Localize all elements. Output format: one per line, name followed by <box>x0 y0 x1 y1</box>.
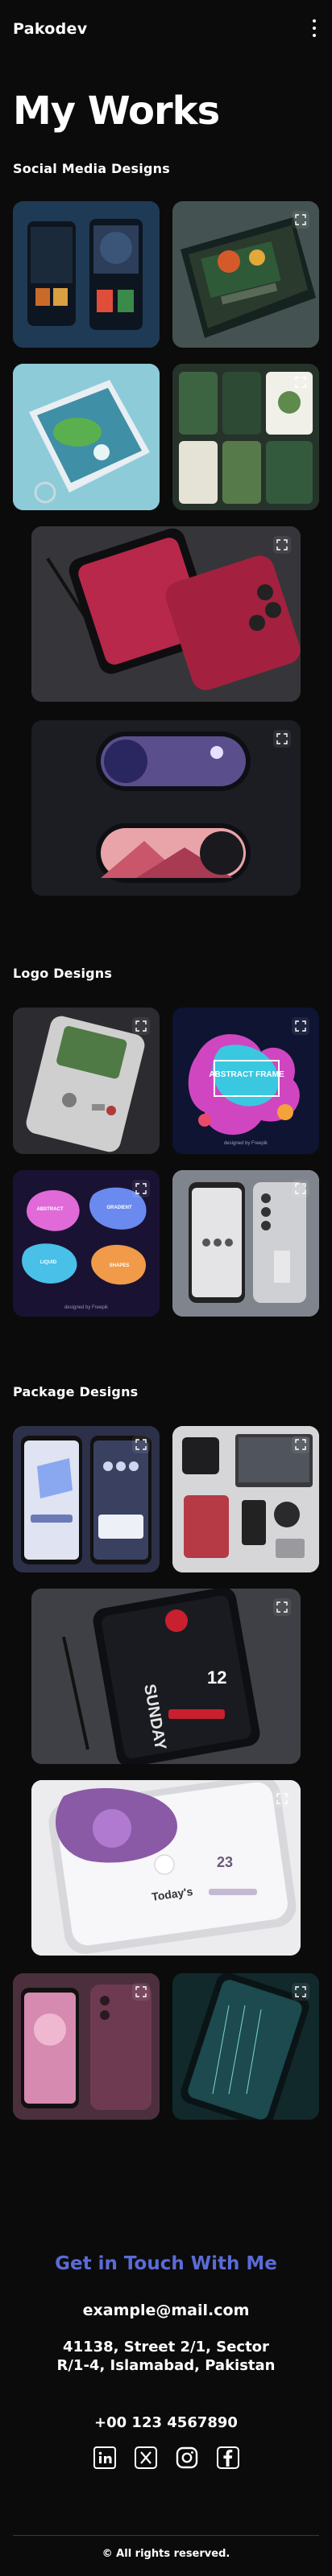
expand-icon[interactable] <box>132 1017 150 1035</box>
expand-icon[interactable] <box>132 1436 150 1453</box>
toggle-illustration-image <box>31 720 301 896</box>
logo-card-2-credit: designed by Freepik <box>224 1141 268 1146</box>
section-title-logo: Logo Designs <box>13 966 113 981</box>
logo-card-2[interactable]: ABSTRACT FRAME designed by Freepik <box>172 1008 319 1154</box>
contact-phone-link[interactable]: +00 123 4567890 <box>0 2414 332 2431</box>
section-title-package: Package Designs <box>13 1384 139 1399</box>
contact-title: Get in Touch With Me <box>55 2253 277 2274</box>
expand-icon[interactable] <box>292 1436 309 1453</box>
expand-icon[interactable] <box>273 730 291 748</box>
header: Pakodev <box>0 0 332 56</box>
brand-logo[interactable]: Pakodev <box>13 20 87 38</box>
shape-label-2: GRADIENT <box>106 1206 132 1210</box>
social-card-5[interactable] <box>31 526 301 702</box>
shape-label-1: ABSTRACT <box>37 1207 64 1212</box>
phone-mockup-image: SUNDAY 12 <box>31 1589 301 1764</box>
expand-icon[interactable] <box>273 1598 291 1616</box>
package-card-2[interactable] <box>172 1426 319 1572</box>
social-card-2[interactable] <box>172 201 319 348</box>
shape-label-3: LIQUID <box>40 1260 57 1265</box>
social-card-6[interactable] <box>31 720 301 896</box>
phone-mockup-image <box>13 364 160 510</box>
phone-mockup-image <box>13 201 160 348</box>
expand-icon[interactable] <box>292 1983 309 2001</box>
package-card-5[interactable] <box>13 1973 160 2120</box>
contact-address: 41138, Street 2/1, Sector R/1-4, Islamab… <box>56 2339 276 2374</box>
page: Pakodev My Works Social Media Designs Lo… <box>0 0 332 2576</box>
expand-icon[interactable] <box>132 1180 150 1197</box>
package-card-3[interactable]: SUNDAY 12 <box>31 1589 301 1764</box>
x-icon[interactable] <box>134 2446 157 2469</box>
copyright-text: © All rights reserved. <box>102 2548 230 2560</box>
package-card-1[interactable] <box>13 1426 160 1572</box>
logo-card-1[interactable] <box>13 1008 160 1154</box>
package-card-4[interactable]: Today's 23 <box>31 1780 301 1956</box>
section-title-social: Social Media Designs <box>13 161 170 176</box>
phone-mockup-image <box>31 526 301 702</box>
expand-icon[interactable] <box>292 1180 309 1197</box>
expand-icon[interactable] <box>273 536 291 554</box>
linkedin-icon[interactable] <box>93 2446 116 2469</box>
expand-icon[interactable] <box>132 1983 150 2001</box>
social-card-1[interactable] <box>13 201 160 348</box>
expand-icon[interactable] <box>273 1790 291 1807</box>
footer-divider <box>13 2535 319 2536</box>
instagram-icon[interactable] <box>176 2446 198 2469</box>
expand-icon[interactable] <box>292 1017 309 1035</box>
social-card-4[interactable] <box>172 364 319 510</box>
expand-icon[interactable] <box>292 211 309 229</box>
phone-mockup-image: Today's 23 <box>31 1780 301 1956</box>
page-title: My Works <box>13 89 220 134</box>
logo-card-4[interactable] <box>172 1170 319 1317</box>
package-card-6[interactable] <box>172 1973 319 2120</box>
logo-card-2-title: ABSTRACT FRAME <box>209 1070 284 1079</box>
social-card-3[interactable] <box>13 364 160 510</box>
social-links <box>0 2446 332 2469</box>
logo-card-3[interactable]: ABSTRACT GRADIENT LIQUID SHAPES designed… <box>13 1170 160 1317</box>
logo-card-3-credit: designed by Freepik <box>64 1305 109 1310</box>
contact-email-link[interactable]: example@mail.com <box>0 2302 332 2319</box>
facebook-icon[interactable] <box>216 2446 239 2469</box>
expand-icon[interactable] <box>292 373 309 391</box>
package-card-3-date: 12 <box>207 1667 226 1688</box>
more-vertical-icon[interactable] <box>309 19 319 37</box>
package-card-4-number: 23 <box>217 1854 233 1870</box>
shape-label-4: SHAPES <box>110 1263 130 1268</box>
